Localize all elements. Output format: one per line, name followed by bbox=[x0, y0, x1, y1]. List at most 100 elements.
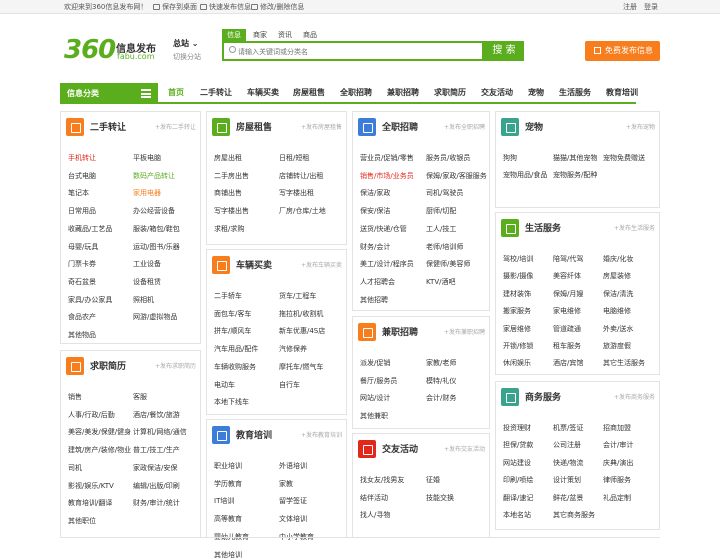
category-link[interactable]: 办公经营设备 bbox=[133, 206, 175, 216]
category-link[interactable]: 搬家服务 bbox=[503, 306, 531, 316]
category-link[interactable]: 结伴活动 bbox=[360, 493, 388, 503]
category-link[interactable]: 销售 bbox=[68, 392, 82, 402]
category-link[interactable]: 计算机/网络/通信 bbox=[133, 427, 187, 437]
search-button[interactable]: 搜 索 bbox=[484, 41, 524, 61]
city-selector[interactable]: 总站 ⌄ bbox=[173, 38, 199, 49]
category-link[interactable]: 房屋装修 bbox=[603, 271, 631, 281]
category-link[interactable]: 管道疏通 bbox=[553, 324, 581, 334]
category-link[interactable]: 担保/贷款 bbox=[503, 440, 533, 450]
category-link[interactable]: 会计/审计 bbox=[603, 440, 633, 450]
section-publish-link[interactable]: +发布全职招聘 bbox=[444, 122, 485, 131]
category-link[interactable]: 求租/求购 bbox=[214, 224, 244, 234]
free-publish-button[interactable]: 免费发布信息 bbox=[585, 41, 660, 61]
category-link[interactable]: 设计策划 bbox=[553, 475, 581, 485]
nav-qiuzhi[interactable]: 求职简历 bbox=[434, 87, 466, 98]
category-link[interactable]: 礼品定制 bbox=[603, 493, 631, 503]
category-link[interactable]: 人事/行政/后勤 bbox=[68, 410, 115, 420]
category-link[interactable]: 财务/会计 bbox=[360, 242, 390, 252]
category-link[interactable]: 摄影/摄像 bbox=[503, 271, 533, 281]
category-link[interactable]: KTV/酒吧 bbox=[426, 277, 455, 287]
category-link[interactable]: 本地名站 bbox=[503, 510, 531, 520]
section-title[interactable]: 交友活动 bbox=[382, 442, 418, 455]
category-link[interactable]: 日租/短租 bbox=[279, 153, 309, 163]
category-link[interactable]: 文体培训 bbox=[279, 514, 307, 524]
category-link[interactable]: 家具/办公家具 bbox=[68, 295, 112, 305]
category-link[interactable]: 平板电脑 bbox=[133, 153, 161, 163]
category-link[interactable]: 门票卡券 bbox=[68, 259, 96, 269]
category-link[interactable]: 其他职位 bbox=[68, 516, 96, 526]
category-link[interactable]: IT培训 bbox=[214, 496, 234, 506]
category-link[interactable]: 派发/促销 bbox=[360, 358, 390, 368]
category-link[interactable]: 会计/财务 bbox=[426, 393, 456, 403]
category-link[interactable]: 模特/礼仪 bbox=[426, 376, 456, 386]
nav-jiaoyu[interactable]: 教育培训 bbox=[606, 87, 638, 98]
section-publish-link[interactable]: +发布商务服务 bbox=[614, 392, 655, 401]
category-link[interactable]: 销售/市场/业务员 bbox=[360, 171, 414, 181]
category-link[interactable]: 找人/寻物 bbox=[360, 510, 390, 520]
category-link[interactable]: 宠物服务/配种 bbox=[553, 170, 597, 180]
category-link[interactable]: 司机 bbox=[68, 463, 82, 473]
category-link[interactable]: 财务/审计/统计 bbox=[133, 498, 180, 508]
category-link[interactable]: 家居维修 bbox=[503, 324, 531, 334]
section-title[interactable]: 房屋租售 bbox=[236, 120, 272, 133]
category-link[interactable]: 律师服务 bbox=[603, 475, 631, 485]
category-link[interactable]: 照相机 bbox=[133, 295, 154, 305]
category-link[interactable]: 写字楼出售 bbox=[214, 206, 249, 216]
category-link[interactable]: 数码产品转让 bbox=[133, 171, 175, 181]
category-link[interactable]: 找女友/找男友 bbox=[360, 475, 404, 485]
category-menu-button[interactable]: 信息分类 bbox=[60, 83, 158, 104]
nav-fangwu[interactable]: 房屋租售 bbox=[293, 87, 325, 98]
category-link[interactable]: 网游/虚拟物品 bbox=[133, 312, 177, 322]
category-link[interactable]: 保洁/家政 bbox=[360, 188, 390, 198]
section-title[interactable]: 生活服务 bbox=[525, 221, 561, 234]
search-input[interactable] bbox=[238, 44, 478, 59]
category-link[interactable]: 二手轿车 bbox=[214, 291, 242, 301]
category-link[interactable]: 拖拉机/收割机 bbox=[279, 309, 323, 319]
category-link[interactable]: 家电维修 bbox=[553, 306, 581, 316]
category-link[interactable]: 保健师/美容师 bbox=[426, 259, 470, 269]
nav-jianzhi[interactable]: 兼职招聘 bbox=[387, 87, 419, 98]
register-link[interactable]: 注册 bbox=[623, 2, 637, 12]
section-title[interactable]: 兼职招聘 bbox=[382, 325, 418, 338]
category-link[interactable]: 商铺出售 bbox=[214, 188, 242, 198]
nav-ershou[interactable]: 二手转让 bbox=[200, 87, 232, 98]
category-link[interactable]: 保姆/月嫂 bbox=[553, 289, 583, 299]
login-link[interactable]: 登录 bbox=[644, 2, 658, 12]
category-link[interactable]: 其它生活服务 bbox=[603, 358, 645, 368]
category-link[interactable]: 餐厅/服务员 bbox=[360, 376, 397, 386]
category-link[interactable]: 美工/设计/程序员 bbox=[360, 259, 414, 269]
nav-home[interactable]: 首页 bbox=[168, 87, 184, 98]
category-link[interactable]: 外卖/送水 bbox=[603, 324, 633, 334]
category-link[interactable]: 家教 bbox=[279, 479, 293, 489]
category-link[interactable]: 陪驾/代驾 bbox=[553, 254, 583, 264]
section-publish-link[interactable]: +发布房屋租售 bbox=[301, 122, 342, 131]
category-link[interactable]: 影视/娱乐/KTV bbox=[68, 481, 114, 491]
category-link[interactable]: 旅游度假 bbox=[603, 341, 631, 351]
category-link[interactable]: 学历教育 bbox=[214, 479, 242, 489]
category-link[interactable]: 休闲娱乐 bbox=[503, 358, 531, 368]
save-desktop-link[interactable]: 保存到桌面 bbox=[153, 2, 197, 12]
category-link[interactable]: 教育培训/翻译 bbox=[68, 498, 112, 508]
section-publish-link[interactable]: +发布二手转让 bbox=[155, 122, 196, 131]
category-link[interactable]: 宠物用品/食品 bbox=[503, 170, 547, 180]
category-link[interactable]: 鲜花/盆景 bbox=[553, 493, 583, 503]
category-link[interactable]: 自行车 bbox=[279, 380, 300, 390]
category-link[interactable]: 设备租赁 bbox=[133, 277, 161, 287]
category-link[interactable]: 食品农产 bbox=[68, 312, 96, 322]
category-link[interactable]: 租车服务 bbox=[553, 341, 581, 351]
category-link[interactable]: 其他培训 bbox=[214, 550, 242, 560]
category-link[interactable]: 公司注册 bbox=[553, 440, 581, 450]
category-link[interactable]: 保洁/清洗 bbox=[603, 289, 633, 299]
category-link[interactable]: 汽车用品/配件 bbox=[214, 344, 258, 354]
search-tab-goods[interactable]: 商品 bbox=[298, 29, 322, 41]
category-link[interactable]: 手机转让 bbox=[68, 153, 96, 163]
category-link[interactable]: 开锁/修锁 bbox=[503, 341, 533, 351]
category-link[interactable]: 新车优惠/4S店 bbox=[279, 326, 325, 336]
category-link[interactable]: 电脑维修 bbox=[603, 306, 631, 316]
category-link[interactable]: 编辑/出版/印刷 bbox=[133, 481, 180, 491]
category-link[interactable]: 写字楼出租 bbox=[279, 188, 314, 198]
section-title[interactable]: 车辆买卖 bbox=[236, 258, 272, 271]
category-link[interactable]: 摩托车/燃气车 bbox=[279, 362, 323, 372]
category-link[interactable]: 车辆收购服务 bbox=[214, 362, 256, 372]
nav-chongwu[interactable]: 宠物 bbox=[528, 87, 544, 98]
